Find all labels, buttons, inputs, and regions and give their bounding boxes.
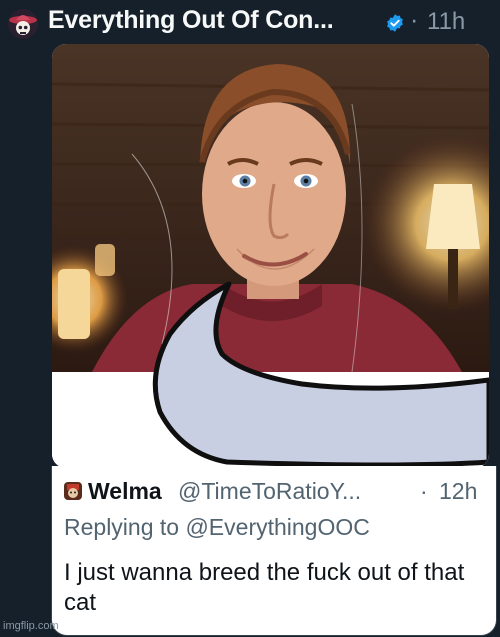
header-separator: · [410,6,419,34]
quoted-tweet[interactable]: Welma @TimeToRatioY... · 12h Replying to… [51,466,497,636]
quoted-author-handle[interactable]: @TimeToRatioY... [178,478,361,505]
quoted-timestamp[interactable]: 12h [439,478,477,505]
imgflip-watermark: imgflip.com [3,620,59,632]
quoted-separator: · [420,478,428,504]
quoted-author-name[interactable]: Welma [88,478,162,505]
author-name[interactable]: Everything Out Of Con... [48,6,334,35]
author-avatar[interactable] [8,9,38,39]
tweet-media[interactable] [52,44,489,468]
quoted-tweet-text: I just wanna breed the fuck out of that … [64,559,465,616]
tweet-header: Everything Out Of Con... · 11h [0,0,500,44]
quoted-author-avatar[interactable] [64,482,82,500]
replying-to-label[interactable]: Replying to @EverythingOOC [64,514,370,541]
welma-avatar-icon [64,482,82,500]
speech-bubble-tail [152,281,489,468]
skull-sombrero-icon [8,9,38,39]
verified-badge-icon [387,14,403,32]
tweet-timestamp[interactable]: 11h [427,8,465,36]
